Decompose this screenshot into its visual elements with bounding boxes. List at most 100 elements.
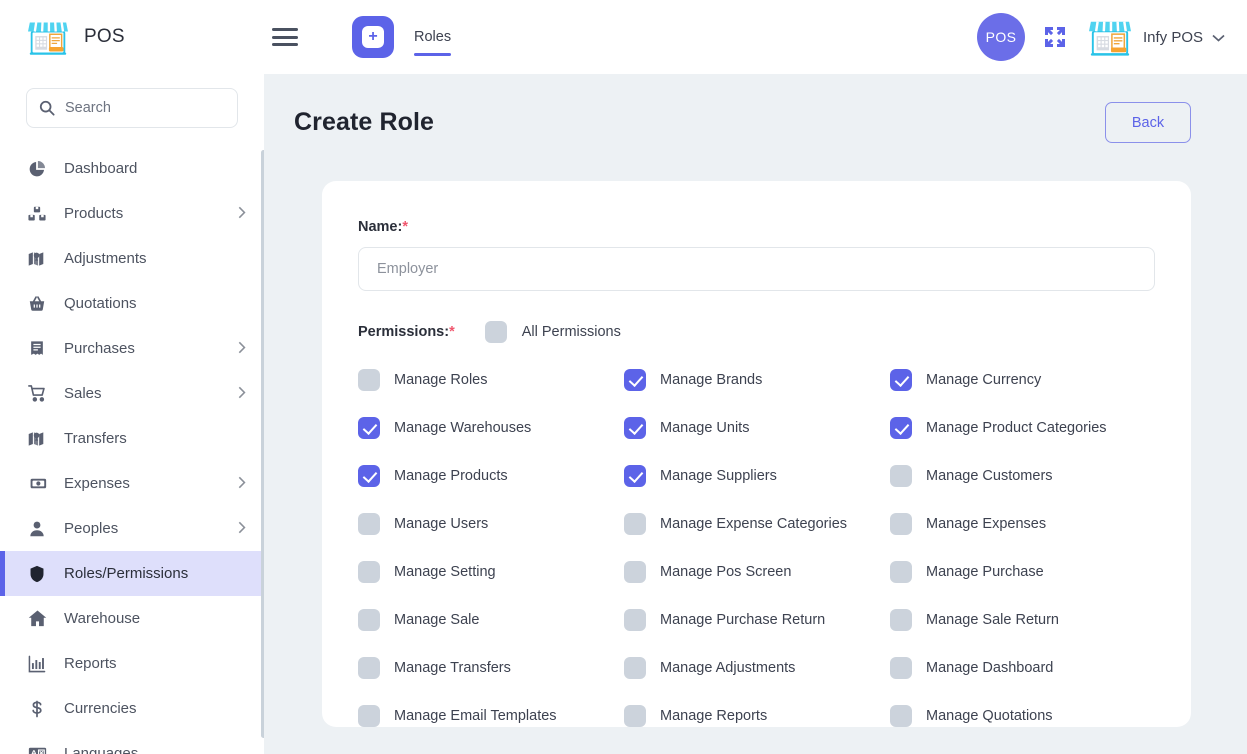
- permission-label: Manage Brands: [660, 372, 762, 388]
- fullscreen-expand-icon[interactable]: [1043, 25, 1067, 49]
- permission-item[interactable]: Manage Reports: [624, 705, 890, 727]
- permission-checkbox[interactable]: [358, 657, 380, 679]
- sidebar-item-peoples[interactable]: Peoples: [0, 506, 264, 551]
- all-permissions-checkbox[interactable]: [485, 321, 507, 343]
- permission-item[interactable]: Manage Transfers: [358, 657, 624, 679]
- create-role-card: Name:* Permissions:* All Permissions Man…: [322, 181, 1191, 727]
- sidebar-item-adjustments[interactable]: Adjustments: [0, 236, 264, 281]
- permission-item[interactable]: Manage Units: [624, 417, 890, 439]
- permission-checkbox[interactable]: [358, 465, 380, 487]
- permission-item[interactable]: Manage Roles: [358, 369, 624, 391]
- add-button[interactable]: +: [352, 16, 394, 58]
- permission-item[interactable]: Manage Setting: [358, 561, 624, 583]
- permission-checkbox[interactable]: [624, 609, 646, 631]
- permission-label: Manage Pos Screen: [660, 564, 791, 580]
- sidebar-item-currencies[interactable]: Currencies: [0, 686, 264, 731]
- permission-item[interactable]: Manage Email Templates: [358, 705, 624, 727]
- sidebar-item-label: Dashboard: [64, 160, 137, 177]
- permission-checkbox[interactable]: [624, 657, 646, 679]
- sidebar-item-dashboard[interactable]: Dashboard: [0, 146, 264, 191]
- pie-chart-icon: [26, 158, 48, 180]
- search-input[interactable]: [65, 100, 225, 116]
- permission-item[interactable]: Manage Dashboard: [890, 657, 1155, 679]
- permission-checkbox[interactable]: [890, 705, 912, 727]
- permission-item[interactable]: Manage Users: [358, 513, 624, 535]
- basket-icon: [26, 293, 48, 315]
- sidebar-item-label: Purchases: [64, 340, 135, 357]
- permission-item[interactable]: Manage Pos Screen: [624, 561, 890, 583]
- permission-checkbox[interactable]: [890, 369, 912, 391]
- permission-item[interactable]: Manage Currency: [890, 369, 1155, 391]
- permission-label: Manage Warehouses: [394, 420, 531, 436]
- permission-checkbox[interactable]: [890, 609, 912, 631]
- permission-item[interactable]: Manage Purchase Return: [624, 609, 890, 631]
- permission-label: Manage Expense Categories: [660, 516, 847, 532]
- sidebar-item-purchases[interactable]: Purchases: [0, 326, 264, 371]
- sidebar-item-warehouse[interactable]: Warehouse: [0, 596, 264, 641]
- back-button[interactable]: Back: [1105, 102, 1191, 143]
- permission-label: Manage Adjustments: [660, 660, 795, 676]
- permission-checkbox[interactable]: [624, 705, 646, 727]
- user-name[interactable]: Infy POS: [1143, 29, 1203, 46]
- pos-avatar[interactable]: POS: [977, 13, 1025, 61]
- language-icon: [26, 743, 48, 754]
- permission-checkbox[interactable]: [890, 417, 912, 439]
- sidebar-item-label: Roles/Permissions: [64, 565, 188, 582]
- permission-item[interactable]: Manage Expenses: [890, 513, 1155, 535]
- permission-item[interactable]: Manage Suppliers: [624, 465, 890, 487]
- permission-item[interactable]: Manage Quotations: [890, 705, 1155, 727]
- sidebar-item-roles-permissions[interactable]: Roles/Permissions: [0, 551, 264, 596]
- permission-checkbox[interactable]: [624, 465, 646, 487]
- sidebar-item-transfers[interactable]: Transfers: [0, 416, 264, 461]
- chevron-right-icon: [238, 386, 246, 401]
- tab-roles-label: Roles: [414, 29, 451, 45]
- permission-checkbox[interactable]: [358, 417, 380, 439]
- role-name-input[interactable]: [358, 247, 1155, 291]
- permission-checkbox[interactable]: [624, 561, 646, 583]
- tab-roles[interactable]: Roles: [414, 16, 451, 58]
- permission-label: Manage Currency: [926, 372, 1041, 388]
- permission-checkbox[interactable]: [890, 513, 912, 535]
- chevron-right-icon: [238, 206, 246, 221]
- permission-checkbox[interactable]: [890, 657, 912, 679]
- dollar-icon: [26, 698, 48, 720]
- permission-item[interactable]: Manage Expense Categories: [624, 513, 890, 535]
- permission-label: Manage Expenses: [926, 516, 1046, 532]
- permission-checkbox[interactable]: [624, 513, 646, 535]
- permission-checkbox[interactable]: [358, 369, 380, 391]
- permission-checkbox[interactable]: [624, 417, 646, 439]
- permission-item[interactable]: Manage Customers: [890, 465, 1155, 487]
- permission-checkbox[interactable]: [624, 369, 646, 391]
- permission-item[interactable]: Manage Adjustments: [624, 657, 890, 679]
- sidebar-item-reports[interactable]: Reports: [0, 641, 264, 686]
- permission-checkbox[interactable]: [358, 705, 380, 727]
- sidebar-item-quotations[interactable]: Quotations: [0, 281, 264, 326]
- permission-label: Manage Products: [394, 468, 508, 484]
- permission-checkbox[interactable]: [890, 465, 912, 487]
- permission-label: Manage Roles: [394, 372, 488, 388]
- sidebar-item-languages[interactable]: Languages: [0, 731, 264, 754]
- permission-checkbox[interactable]: [358, 609, 380, 631]
- permission-checkbox[interactable]: [358, 561, 380, 583]
- permission-item[interactable]: Manage Sale Return: [890, 609, 1155, 631]
- permission-label: Manage Quotations: [926, 708, 1053, 724]
- chevron-down-icon[interactable]: [1212, 30, 1225, 45]
- sidebar-item-products[interactable]: Products: [0, 191, 264, 236]
- search-box[interactable]: [26, 88, 238, 128]
- sidebar-item-expenses[interactable]: Expenses: [0, 461, 264, 506]
- hamburger-menu-icon[interactable]: [272, 25, 302, 49]
- permission-item[interactable]: Manage Sale: [358, 609, 624, 631]
- permission-checkbox[interactable]: [358, 513, 380, 535]
- permission-item[interactable]: Manage Purchase: [890, 561, 1155, 583]
- permission-checkbox[interactable]: [890, 561, 912, 583]
- sidebar-item-sales[interactable]: Sales: [0, 371, 264, 416]
- permission-item[interactable]: Manage Warehouses: [358, 417, 624, 439]
- sidebar-item-label: Languages: [64, 745, 138, 754]
- plus-icon: +: [362, 26, 384, 48]
- permission-item[interactable]: Manage Products: [358, 465, 624, 487]
- permission-label: Manage Setting: [394, 564, 496, 580]
- permissions-label-text: Permissions:: [358, 324, 449, 340]
- permission-item[interactable]: Manage Brands: [624, 369, 890, 391]
- permission-item[interactable]: Manage Product Categories: [890, 417, 1155, 439]
- sidebar-item-label: Currencies: [64, 700, 137, 717]
